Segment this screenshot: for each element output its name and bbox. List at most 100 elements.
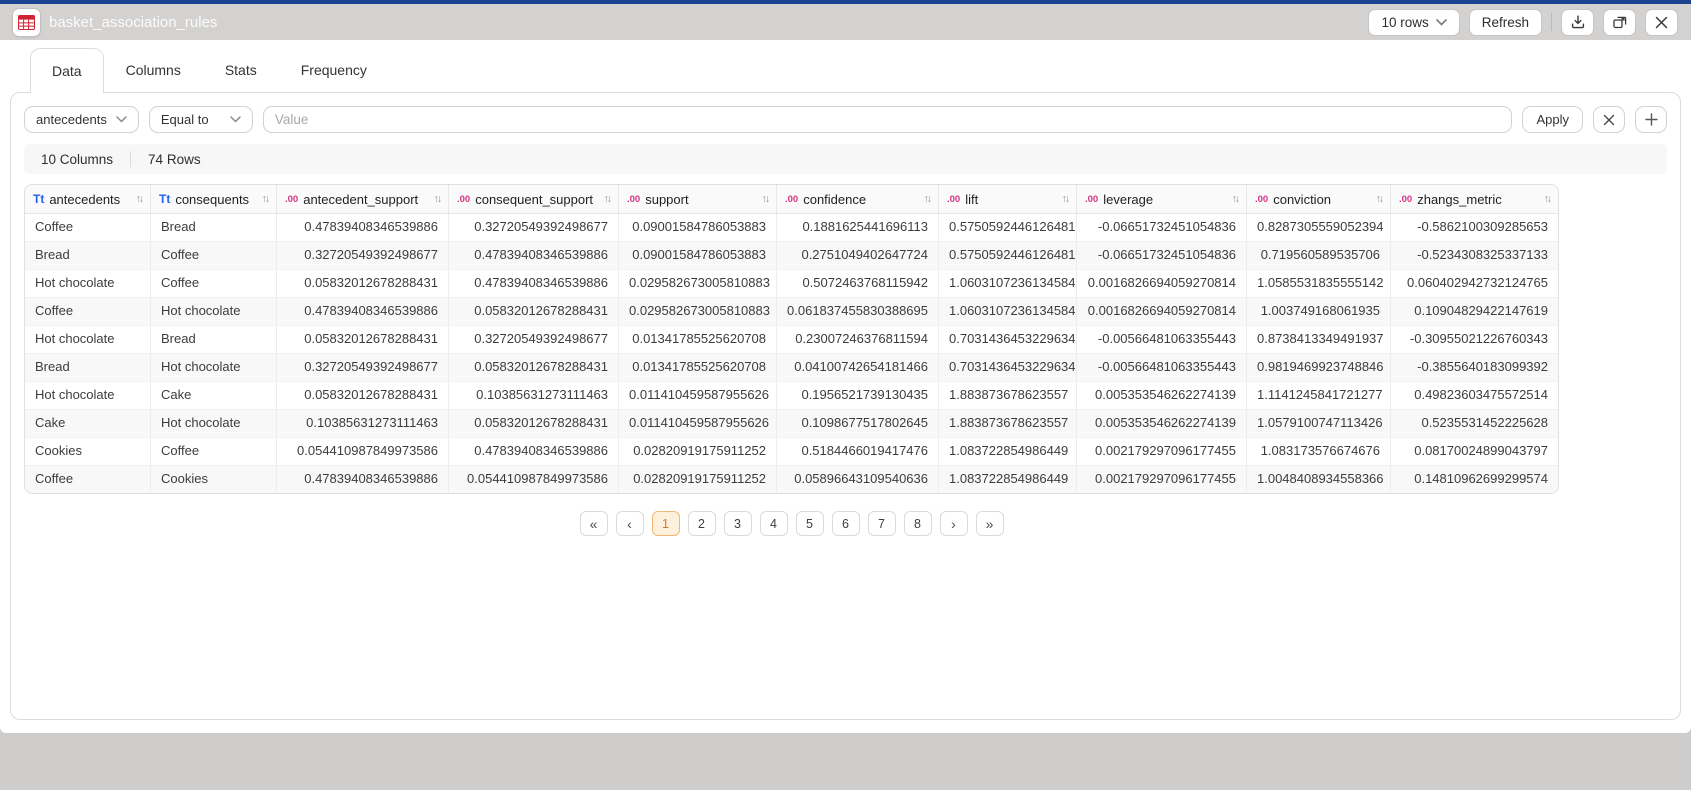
download-button[interactable] bbox=[1561, 9, 1594, 36]
popout-icon bbox=[1612, 14, 1628, 30]
table-row[interactable]: Hot chocolateBread0.058320126782884310.3… bbox=[25, 326, 1558, 354]
titlebar: basket_association_rules 10 rows Refresh bbox=[0, 4, 1691, 40]
table-row[interactable]: BreadHot chocolate0.327205493924986770.0… bbox=[25, 354, 1558, 382]
close-button[interactable] bbox=[1645, 9, 1678, 36]
column-label: lift bbox=[965, 192, 978, 207]
table-cell: 1.883873678623557 bbox=[939, 382, 1077, 409]
table-row[interactable]: CoffeeBread0.478394083465398860.32720549… bbox=[25, 214, 1558, 242]
sort-icon[interactable]: ↑↓ bbox=[920, 193, 931, 205]
column-label: support bbox=[645, 192, 688, 207]
column-header-leverage[interactable]: .00leverage↑↓ bbox=[1077, 185, 1247, 213]
filter-column-select[interactable]: antecedents bbox=[24, 106, 139, 133]
table-cell: -0.06651732451054836 bbox=[1077, 214, 1247, 241]
table-cell: -0.00566481063355443 bbox=[1077, 354, 1247, 381]
column-label: antecedent_support bbox=[303, 192, 418, 207]
sort-icon[interactable]: ↑↓ bbox=[600, 193, 611, 205]
table-row[interactable]: Hot chocolateCoffee0.058320126782884310.… bbox=[25, 270, 1558, 298]
filter-operator-select[interactable]: Equal to bbox=[149, 106, 253, 133]
column-label: confidence bbox=[803, 192, 866, 207]
filter-value-input[interactable] bbox=[263, 106, 1513, 133]
table-row[interactable]: Hot chocolateCake0.058320126782884310.10… bbox=[25, 382, 1558, 410]
table-cell: 0.14810962699299574 bbox=[1391, 466, 1558, 493]
column-header-consequents[interactable]: Ttconsequents↑↓ bbox=[151, 185, 277, 213]
column-label: leverage bbox=[1103, 192, 1153, 207]
table-cell: 0.8738413349491937 bbox=[1247, 326, 1391, 353]
table-cell: 0.10385631273111463 bbox=[277, 410, 449, 437]
table-cell: 0.060402942732124765 bbox=[1391, 270, 1558, 297]
tab-stats[interactable]: Stats bbox=[203, 47, 279, 92]
table-row[interactable]: CookiesCoffee0.0544109878499735860.47839… bbox=[25, 438, 1558, 466]
add-filter-button[interactable] bbox=[1635, 106, 1667, 133]
table-row[interactable]: BreadCoffee0.327205493924986770.47839408… bbox=[25, 242, 1558, 270]
page-button-8[interactable]: 8 bbox=[904, 511, 932, 536]
tab-frequency[interactable]: Frequency bbox=[279, 47, 389, 92]
next-page-button[interactable]: › bbox=[940, 511, 968, 536]
page-button-4[interactable]: 4 bbox=[760, 511, 788, 536]
table-cell: 0.8287305559052394 bbox=[1247, 214, 1391, 241]
table-cell: 0.002179297096177455 bbox=[1077, 438, 1247, 465]
sort-icon[interactable]: ↑↓ bbox=[758, 193, 769, 205]
prev-page-button[interactable]: ‹ bbox=[616, 511, 644, 536]
table-cell: 0.10385631273111463 bbox=[449, 382, 619, 409]
table-cell: Cookies bbox=[151, 466, 277, 493]
page-button-2[interactable]: 2 bbox=[688, 511, 716, 536]
sort-icon[interactable]: ↑↓ bbox=[430, 193, 441, 205]
sort-icon[interactable]: ↑↓ bbox=[132, 193, 143, 205]
table-cell: 0.054410987849973586 bbox=[277, 438, 449, 465]
tab-columns[interactable]: Columns bbox=[104, 47, 203, 92]
table-row[interactable]: CoffeeCookies0.478394083465398860.054410… bbox=[25, 466, 1558, 493]
table-cell: 0.32720549392498677 bbox=[449, 214, 619, 241]
table-cell: 0.05832012678288431 bbox=[449, 298, 619, 325]
table-cell: 0.011410459587955626 bbox=[619, 382, 777, 409]
chevron-down-icon bbox=[230, 116, 241, 123]
sort-icon[interactable]: ↑↓ bbox=[1540, 193, 1551, 205]
sort-icon[interactable]: ↑↓ bbox=[258, 193, 269, 205]
table-cell: Cake bbox=[151, 382, 277, 409]
number-type-icon: .00 bbox=[285, 194, 298, 205]
column-header-zhangs_metric[interactable]: .00zhangs_metric↑↓ bbox=[1391, 185, 1558, 213]
page-button-1[interactable]: 1 bbox=[652, 511, 680, 536]
column-header-support[interactable]: .00 support ↑↓ bbox=[619, 185, 777, 213]
column-header-antecedent_support[interactable]: .00 antecedent_support ↑↓ bbox=[277, 185, 449, 213]
sort-icon[interactable]: ↑↓ bbox=[1372, 193, 1383, 205]
sort-icon[interactable]: ↑↓ bbox=[1058, 193, 1069, 205]
table-cell: 0.05832012678288431 bbox=[277, 326, 449, 353]
table-cell: -0.5234308325337133 bbox=[1391, 242, 1558, 269]
column-header-conviction[interactable]: .00 conviction ↑↓ bbox=[1247, 185, 1391, 213]
page-button-3[interactable]: 3 bbox=[724, 511, 752, 536]
column-header-confidence[interactable]: .00confidence↑↓ bbox=[777, 185, 939, 213]
apply-filter-button[interactable]: Apply bbox=[1522, 106, 1583, 133]
number-type-icon: .00 bbox=[627, 194, 640, 205]
table-cell: 0.5750592446126481 bbox=[939, 242, 1077, 269]
table-cell: Bread bbox=[25, 354, 151, 381]
table-cell: 0.32720549392498677 bbox=[277, 242, 449, 269]
page-button-5[interactable]: 5 bbox=[796, 511, 824, 536]
number-type-icon: .00 bbox=[1255, 194, 1268, 205]
refresh-button[interactable]: Refresh bbox=[1469, 9, 1542, 36]
table-cell: 0.32720549392498677 bbox=[277, 354, 449, 381]
rows-per-page-select[interactable]: 10 rows bbox=[1368, 9, 1459, 36]
page-button-6[interactable]: 6 bbox=[832, 511, 860, 536]
column-label: conviction bbox=[1273, 192, 1331, 207]
column-header-lift[interactable]: .00lift↑↓ bbox=[939, 185, 1077, 213]
page-button-7[interactable]: 7 bbox=[868, 511, 896, 536]
table-cell: 0.1956521739130435 bbox=[777, 382, 939, 409]
column-header-consequent_support[interactable]: .00consequent_support↑↓ bbox=[449, 185, 619, 213]
column-label: antecedents bbox=[49, 192, 120, 207]
table-cell: 0.5235531452225628 bbox=[1391, 410, 1558, 437]
first-page-button[interactable]: « bbox=[580, 511, 608, 536]
table-cell: 1.083722854986449 bbox=[939, 466, 1077, 493]
clear-filter-button[interactable] bbox=[1593, 106, 1625, 133]
tab-data[interactable]: Data bbox=[30, 48, 104, 93]
column-header-antecedents[interactable]: Ttantecedents↑↓ bbox=[25, 185, 151, 213]
table-row[interactable]: CoffeeHot chocolate0.478394083465398860.… bbox=[25, 298, 1558, 326]
last-page-button[interactable]: » bbox=[976, 511, 1004, 536]
summary-bar: 10 Columns 74 Rows bbox=[24, 144, 1667, 174]
table-cell: 0.10904829422147619 bbox=[1391, 298, 1558, 325]
table-cell: 0.5184466019417476 bbox=[777, 438, 939, 465]
filter-column-value: antecedents bbox=[36, 112, 107, 127]
table-row[interactable]: CakeHot chocolate0.103856312731114630.05… bbox=[25, 410, 1558, 438]
sort-icon[interactable]: ↑↓ bbox=[1228, 193, 1239, 205]
popout-button[interactable] bbox=[1603, 9, 1636, 36]
close-icon bbox=[1655, 16, 1668, 29]
